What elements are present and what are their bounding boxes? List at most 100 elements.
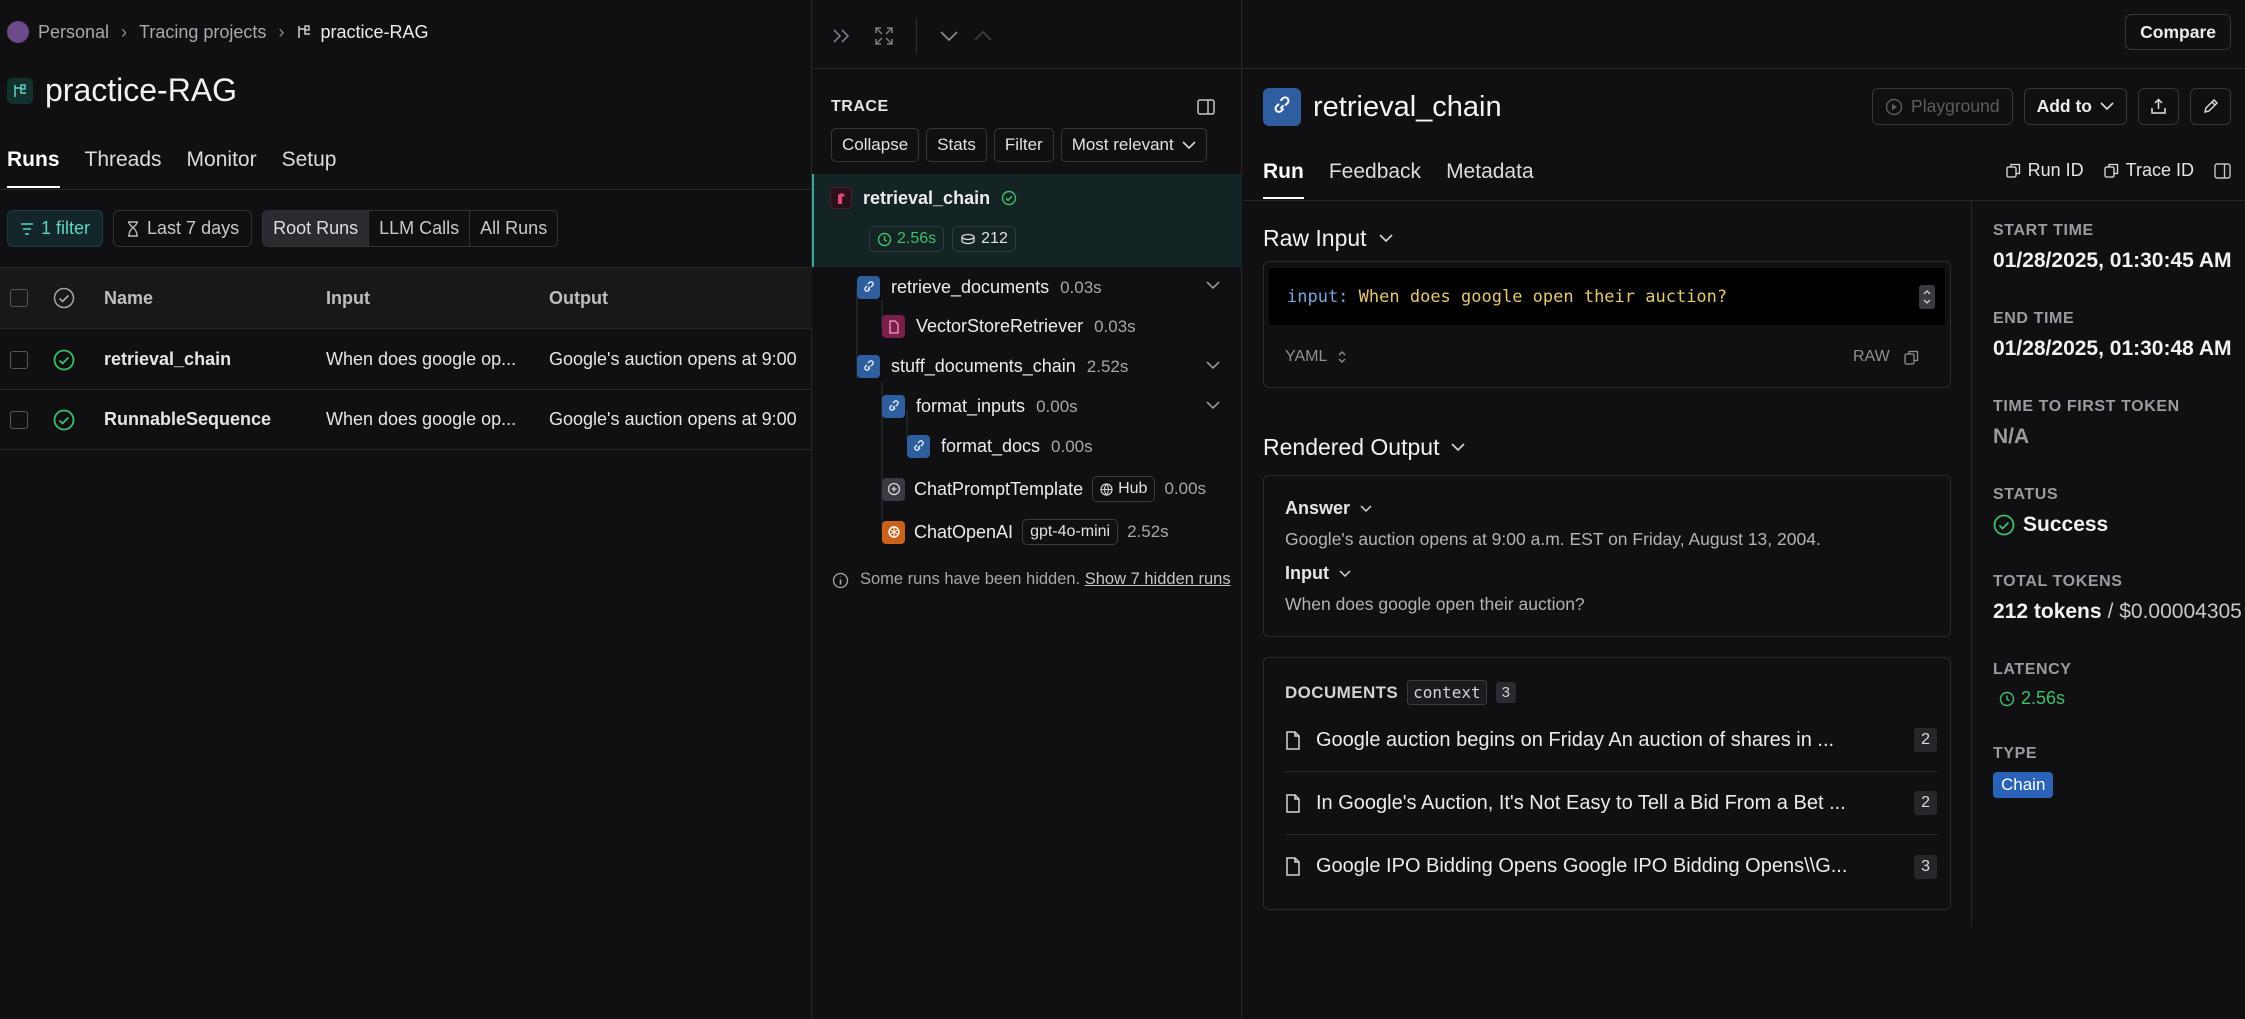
trace-id-button[interactable]: Trace ID: [2104, 160, 2194, 181]
document-count: 2: [1914, 728, 1937, 752]
chevron-up-icon[interactable]: [973, 30, 993, 42]
input-toggle[interactable]: Input: [1285, 563, 1351, 584]
tab-monitor[interactable]: Monitor: [187, 148, 257, 188]
add-to-label: Add to: [2036, 96, 2092, 116]
hourglass-icon: [126, 220, 140, 237]
divider: [1243, 200, 2245, 201]
time-range-label: Last 7 days: [147, 218, 240, 238]
node-name: format_inputs: [916, 396, 1026, 416]
info-icon: [832, 571, 849, 590]
copy-icon: [2104, 163, 2118, 178]
table-row[interactable]: RunnableSequence When does google op... …: [0, 390, 812, 450]
chevron-down-icon[interactable]: [1206, 361, 1220, 370]
document-title: In Google's Auction, It's Not Easy to Te…: [1316, 791, 1846, 814]
chevron-down-icon[interactable]: [1206, 281, 1220, 290]
scroll-stepper-icon[interactable]: [1919, 285, 1935, 309]
sidebar-toggle-icon[interactable]: [1197, 99, 1215, 115]
parrot-icon: [830, 187, 852, 209]
tab-threads[interactable]: Threads: [85, 148, 162, 188]
trace-node[interactable]: format_docs 0.00s: [907, 435, 1093, 458]
document-item[interactable]: Google auction begins on Friday An aucti…: [1285, 709, 1937, 772]
success-icon: [53, 330, 75, 389]
expand-icon[interactable]: [874, 26, 894, 46]
run-title: retrieval_chain: [1313, 90, 1502, 123]
document-item[interactable]: In Google's Auction, It's Not Easy to Te…: [1285, 772, 1937, 835]
playground-button[interactable]: Playground: [1872, 88, 2013, 125]
total-tokens: TOTAL TOKENS 212 tokens / $0.00004305: [1993, 573, 2245, 624]
all-runs-option[interactable]: All Runs: [470, 211, 557, 246]
row-input: When does google op...: [326, 409, 517, 429]
llm-calls-option[interactable]: LLM Calls: [369, 211, 471, 246]
trace-node[interactable]: stuff_documents_chain 2.52s: [857, 355, 1128, 378]
trace-node[interactable]: retrieve_documents 0.03s: [857, 276, 1102, 299]
raw-input-header[interactable]: Raw Input: [1263, 225, 1393, 252]
trace-node[interactable]: format_inputs 0.00s: [882, 395, 1078, 418]
column-input[interactable]: Input: [326, 268, 370, 328]
node-duration: 0.03s: [1094, 316, 1136, 336]
column-output[interactable]: Output: [549, 268, 608, 328]
sidebar-toggle-icon[interactable]: [2214, 162, 2231, 179]
raw-input-code[interactable]: input: When does google open their aucti…: [1269, 268, 1945, 325]
breadcrumb-tracing-projects[interactable]: Tracing projects: [139, 22, 266, 43]
tab-run[interactable]: Run: [1263, 160, 1304, 199]
filter-count: 1 filter: [41, 218, 91, 238]
root-node-stats: 2.56s 212: [869, 226, 1016, 252]
copy-icon: [1904, 350, 1918, 365]
chat-prompt-icon: [882, 477, 905, 501]
rendered-output-header[interactable]: Rendered Output: [1263, 434, 1466, 461]
filter-button[interactable]: Filter: [993, 128, 1054, 162]
hidden-runs-text: Some runs have been hidden.: [860, 570, 1081, 588]
input-text: When does google open their auction?: [1285, 594, 1585, 614]
chevron-down-icon[interactable]: [939, 30, 959, 42]
collapse-button[interactable]: Collapse: [831, 128, 920, 162]
trace-node[interactable]: ChatPromptTemplate Hub 0.00s: [882, 476, 1206, 502]
run-header: retrieval_chain: [1263, 88, 1502, 126]
hub-tag[interactable]: Hub: [1092, 476, 1156, 502]
breadcrumb-personal[interactable]: Personal: [38, 22, 109, 43]
tab-metadata[interactable]: Metadata: [1446, 160, 1534, 199]
root-runs-option[interactable]: Root Runs: [263, 211, 370, 246]
time-range-button[interactable]: Last 7 days: [113, 210, 253, 247]
compare-button[interactable]: Compare: [2125, 14, 2231, 50]
start-time-label: START TIME: [1993, 222, 2094, 239]
tab-feedback[interactable]: Feedback: [1329, 160, 1421, 199]
upload-icon: [2151, 98, 2166, 114]
trace-pane: TRACE Collapse Stats Filter Most relevan…: [812, 0, 1242, 1019]
end-time-label: END TIME: [1993, 310, 2075, 327]
chevron-down-icon[interactable]: [1206, 401, 1220, 410]
share-button[interactable]: [2138, 88, 2179, 125]
trace-node[interactable]: VectorStoreRetriever 0.03s: [882, 315, 1136, 338]
status: STATUS Success: [1993, 486, 2245, 537]
edit-button[interactable]: [2190, 88, 2231, 125]
collapse-panel-icon[interactable]: [832, 28, 852, 44]
chevron-down-icon: [1378, 234, 1393, 243]
format-select[interactable]: YAML: [1285, 348, 1347, 366]
column-name[interactable]: Name: [104, 268, 153, 328]
stats-button[interactable]: Stats: [926, 128, 987, 162]
filter-button[interactable]: 1 filter: [7, 210, 104, 247]
filter-lines-icon: [20, 222, 34, 235]
tab-runs[interactable]: Runs: [7, 148, 60, 188]
row-checkbox[interactable]: [10, 330, 28, 389]
show-hidden-runs-link[interactable]: Show 7 hidden runs: [1085, 570, 1231, 588]
divider: [0, 189, 812, 190]
run-type-toggle: Root Runs LLM Calls All Runs: [262, 210, 559, 247]
run-id-button[interactable]: Run ID: [2005, 160, 2084, 181]
raw-toggle[interactable]: RAW: [1853, 348, 1919, 366]
latency-text: 2.56s: [2021, 688, 2066, 708]
answer-toggle[interactable]: Answer: [1285, 498, 1372, 519]
trace-root-node[interactable]: retrieval_chain 2.56s 212: [812, 174, 1242, 267]
tab-setup[interactable]: Setup: [282, 148, 337, 188]
row-input: When does google op...: [326, 349, 517, 369]
file-icon: [1286, 857, 1300, 876]
sort-select[interactable]: Most relevant: [1060, 128, 1207, 162]
row-checkbox[interactable]: [10, 390, 28, 449]
trace-node[interactable]: ChatOpenAI gpt-4o-mini 2.52s: [882, 519, 1169, 545]
root-tokens: 212: [981, 230, 1008, 247]
add-to-button[interactable]: Add to: [2023, 88, 2127, 125]
avatar[interactable]: [7, 21, 29, 43]
table-row[interactable]: retrieval_chain When does google op... G…: [0, 330, 812, 390]
select-all-checkbox[interactable]: [10, 268, 28, 328]
document-item[interactable]: Google IPO Bidding Opens Google IPO Bidd…: [1285, 835, 1937, 898]
node-duration: 0.00s: [1051, 436, 1093, 456]
